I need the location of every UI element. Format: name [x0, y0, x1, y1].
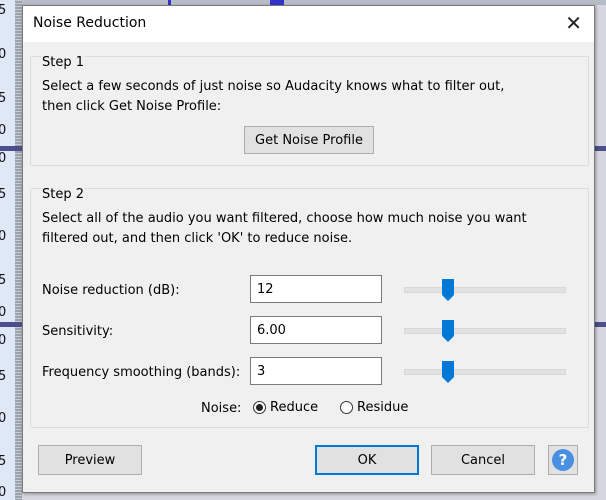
ruler-label: 5 — [0, 91, 7, 106]
noise-reduction-label: Noise reduction (dB): — [42, 283, 180, 298]
slider-thumb[interactable] — [441, 279, 454, 301]
step1-title: Step 1 — [41, 55, 86, 70]
title-bar: Noise Reduction ✕ — [23, 6, 594, 42]
cancel-button[interactable]: Cancel — [431, 445, 535, 475]
ruler-label: 0 — [0, 485, 7, 500]
vertical-ruler: 5 0 5 0 0 5 0 5 0 0 5 0 5 0 — [0, 0, 15, 500]
step1-description: Select a few seconds of just noise so Au… — [42, 79, 505, 114]
radio-residue[interactable]: Residue — [340, 400, 408, 415]
slider-track — [404, 287, 566, 293]
ruler-label: 5 — [0, 369, 7, 384]
noise-reduction-input[interactable] — [250, 275, 382, 303]
ruler-label: 0 — [0, 151, 7, 166]
slider-track — [404, 369, 566, 375]
ruler-label: 0 — [0, 333, 7, 348]
radio-reduce-label: Reduce — [270, 400, 319, 415]
step2-title: Step 2 — [41, 187, 86, 202]
help-button[interactable]: ? — [548, 445, 578, 475]
noise-label: Noise: — [201, 401, 242, 416]
radio-reduce[interactable]: Reduce — [253, 400, 318, 415]
ruler-label: 0 — [0, 47, 7, 62]
ruler-label: 0 — [0, 411, 7, 426]
slider-thumb[interactable] — [441, 361, 454, 383]
ruler-label: 5 — [0, 273, 7, 288]
ruler-label: 0 — [0, 123, 7, 138]
frequency-smoothing-input[interactable] — [250, 357, 382, 385]
ruler-label: 5 — [0, 3, 7, 18]
frequency-smoothing-label: Frequency smoothing (bands): — [42, 365, 241, 380]
step2-group: Step 2 Select all of the audio you want … — [30, 187, 589, 428]
ruler-label: 0 — [0, 229, 7, 244]
dialog-title: Noise Reduction — [33, 15, 147, 31]
noise-reduction-slider[interactable] — [404, 279, 566, 301]
radio-residue-indicator[interactable] — [340, 401, 353, 414]
ruler-label: 5 — [0, 187, 7, 202]
get-noise-profile-button[interactable]: Get Noise Profile — [244, 126, 374, 154]
ruler-label: 0 — [0, 305, 7, 320]
ok-button[interactable]: OK — [315, 445, 419, 475]
step1-group: Step 1 Select a few seconds of just nois… — [30, 55, 589, 166]
radio-residue-label: Residue — [357, 400, 409, 415]
ruler-label: 5 — [0, 454, 7, 469]
noise-reduction-dialog: Noise Reduction ✕ Step 1 Select a few se… — [22, 5, 595, 493]
slider-track — [404, 328, 566, 334]
step2-description: Select all of the audio you want filtere… — [42, 211, 527, 246]
frequency-smoothing-slider[interactable] — [404, 361, 566, 383]
preview-button[interactable]: Preview — [38, 445, 142, 475]
sensitivity-input[interactable] — [250, 316, 382, 344]
radio-reduce-indicator[interactable] — [253, 401, 266, 414]
sensitivity-label: Sensitivity: — [42, 324, 114, 339]
track-scroll-strip — [15, 0, 22, 500]
help-icon: ? — [552, 449, 574, 471]
sensitivity-slider[interactable] — [404, 320, 566, 342]
slider-thumb[interactable] — [441, 320, 454, 342]
close-icon[interactable]: ✕ — [565, 10, 582, 36]
